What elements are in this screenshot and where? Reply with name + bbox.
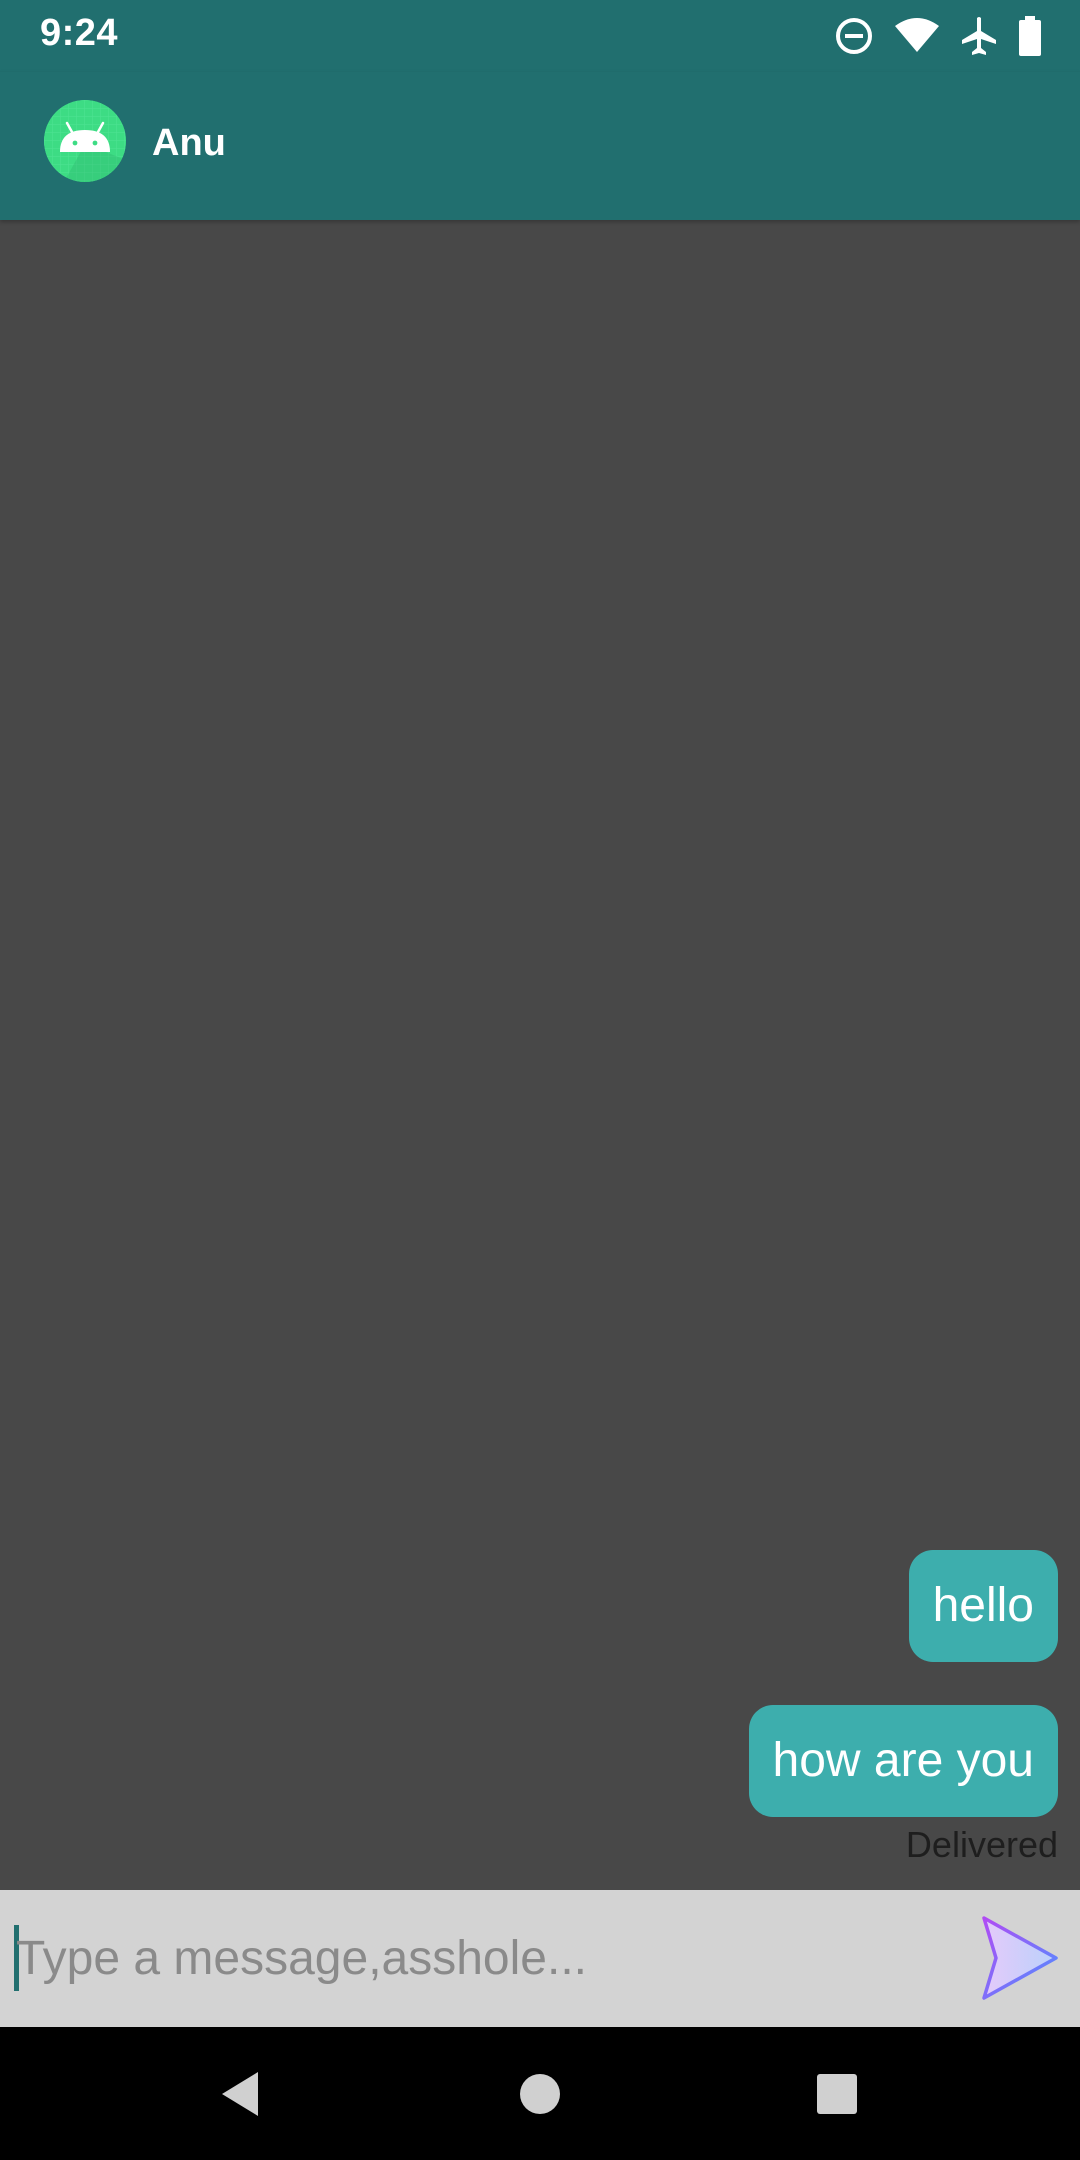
android-avatar-icon[interactable] [44,100,126,182]
status-icons [834,14,1042,58]
recents-icon[interactable] [802,2059,872,2129]
status-time: 9:24 [40,12,119,54]
message-list[interactable]: hello how are you Delivered [0,220,1080,1890]
chat-screen: 9:24 Anu hello how are you Delivered Typ… [0,0,1080,2160]
send-button[interactable] [960,1912,1060,2004]
delivery-status: Delivered [905,1824,1058,1865]
contact-name[interactable]: Anu [152,122,226,165]
navigation-bar [0,2027,1080,2160]
back-icon[interactable] [205,2059,275,2129]
battery-icon [1018,16,1042,56]
airplane-mode-icon [960,16,998,56]
message-bubble[interactable]: hello [908,1550,1058,1662]
app-bar: Anu [0,72,1080,220]
wifi-icon [894,18,940,54]
message-composer [0,1890,1080,2027]
message-bubble[interactable]: how are you [748,1705,1058,1817]
status-bar: 9:24 [0,0,1080,72]
home-icon[interactable] [505,2059,575,2129]
do-not-disturb-icon [834,16,874,56]
message-input[interactable] [16,1912,936,2004]
send-paper-plane-icon [960,1912,1060,2004]
